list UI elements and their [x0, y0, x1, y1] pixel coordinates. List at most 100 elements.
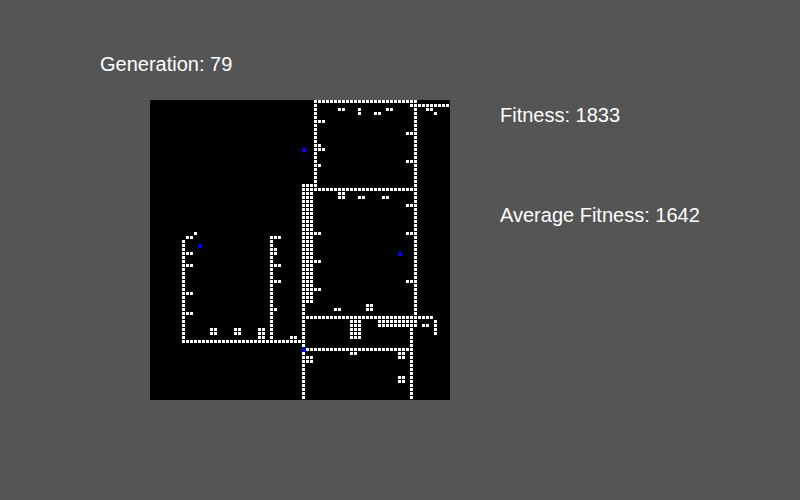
wall-cell [270, 312, 273, 315]
wall-cell [390, 188, 393, 191]
wall-cell [406, 348, 409, 351]
wall-cell [338, 100, 341, 103]
wall-cell [358, 324, 361, 327]
wall-cell [274, 236, 277, 239]
wall-cell [354, 100, 357, 103]
wall-cell [406, 100, 409, 103]
wall-cell [302, 392, 305, 395]
wall-cell [302, 192, 305, 195]
wall-cell [358, 316, 361, 319]
wall-cell [342, 316, 345, 319]
wall-cell [302, 224, 305, 227]
wall-cell [382, 100, 385, 103]
wall-cell [302, 284, 305, 287]
wall-cell [302, 204, 305, 207]
wall-cell [270, 244, 273, 247]
wall-cell [274, 252, 277, 255]
agent-cell [398, 252, 402, 256]
wall-cell [262, 328, 265, 331]
wall-cell [182, 340, 185, 343]
wall-cell [434, 324, 437, 327]
world-grid [150, 100, 450, 400]
wall-cell [314, 128, 317, 131]
wall-cell [414, 180, 417, 183]
wall-cell [258, 340, 261, 343]
wall-cell [218, 340, 221, 343]
wall-cell [342, 196, 345, 199]
wall-cell [426, 108, 429, 111]
stat-label: Fitness: 1833 [500, 103, 700, 127]
wall-cell [314, 172, 317, 175]
wall-cell [314, 348, 317, 351]
wall-cell [302, 228, 305, 231]
wall-cell [306, 232, 309, 235]
wall-cell [314, 260, 317, 263]
wall-cell [414, 300, 417, 303]
wall-cell [330, 348, 333, 351]
wall-cell [314, 188, 317, 191]
wall-cell [270, 336, 273, 339]
wall-cell [414, 128, 417, 131]
wall-cell [414, 248, 417, 251]
wall-cell [414, 308, 417, 311]
wall-cell [306, 204, 309, 207]
wall-cell [410, 232, 413, 235]
wall-cell [398, 320, 401, 323]
wall-cell [414, 232, 417, 235]
wall-cell [366, 348, 369, 351]
wall-cell [310, 288, 313, 291]
wall-cell [278, 340, 281, 343]
wall-cell [394, 100, 397, 103]
wall-cell [182, 320, 185, 323]
wall-cell [282, 340, 285, 343]
wall-cell [302, 364, 305, 367]
wall-cell [414, 172, 417, 175]
wall-cell [302, 216, 305, 219]
wall-cell [358, 108, 361, 111]
wall-cell [310, 280, 313, 283]
wall-cell [310, 204, 313, 207]
wall-cell [438, 104, 441, 107]
wall-cell [246, 340, 249, 343]
wall-cell [374, 188, 377, 191]
wall-cell [402, 348, 405, 351]
agent-cell [302, 148, 306, 152]
wall-cell [258, 336, 261, 339]
wall-cell [322, 100, 325, 103]
wall-cell [310, 220, 313, 223]
wall-cell [234, 340, 237, 343]
wall-cell [306, 360, 309, 363]
wall-cell [270, 268, 273, 271]
wall-cell [414, 304, 417, 307]
wall-cell [182, 252, 185, 255]
wall-cell [318, 232, 321, 235]
wall-cell [314, 136, 317, 139]
wall-cell [414, 240, 417, 243]
wall-cell [330, 188, 333, 191]
wall-cell [302, 212, 305, 215]
wall-cell [310, 184, 313, 187]
wall-cell [362, 188, 365, 191]
wall-cell [310, 244, 313, 247]
wall-cell [182, 296, 185, 299]
wall-cell [182, 300, 185, 303]
wall-cell [314, 160, 317, 163]
wall-cell [414, 320, 417, 323]
wall-cell [306, 200, 309, 203]
wall-cell [370, 348, 373, 351]
wall-cell [330, 316, 333, 319]
wall-cell [270, 340, 273, 343]
wall-cell [310, 360, 313, 363]
wall-cell [366, 316, 369, 319]
wall-cell [306, 188, 309, 191]
wall-cell [314, 176, 317, 179]
wall-cell [378, 320, 381, 323]
wall-cell [314, 120, 317, 123]
wall-cell [314, 232, 317, 235]
wall-cell [414, 104, 417, 107]
wall-cell [314, 144, 317, 147]
wall-cell [322, 188, 325, 191]
wall-cell [338, 308, 341, 311]
wall-cell [350, 332, 353, 335]
wall-cell [402, 320, 405, 323]
